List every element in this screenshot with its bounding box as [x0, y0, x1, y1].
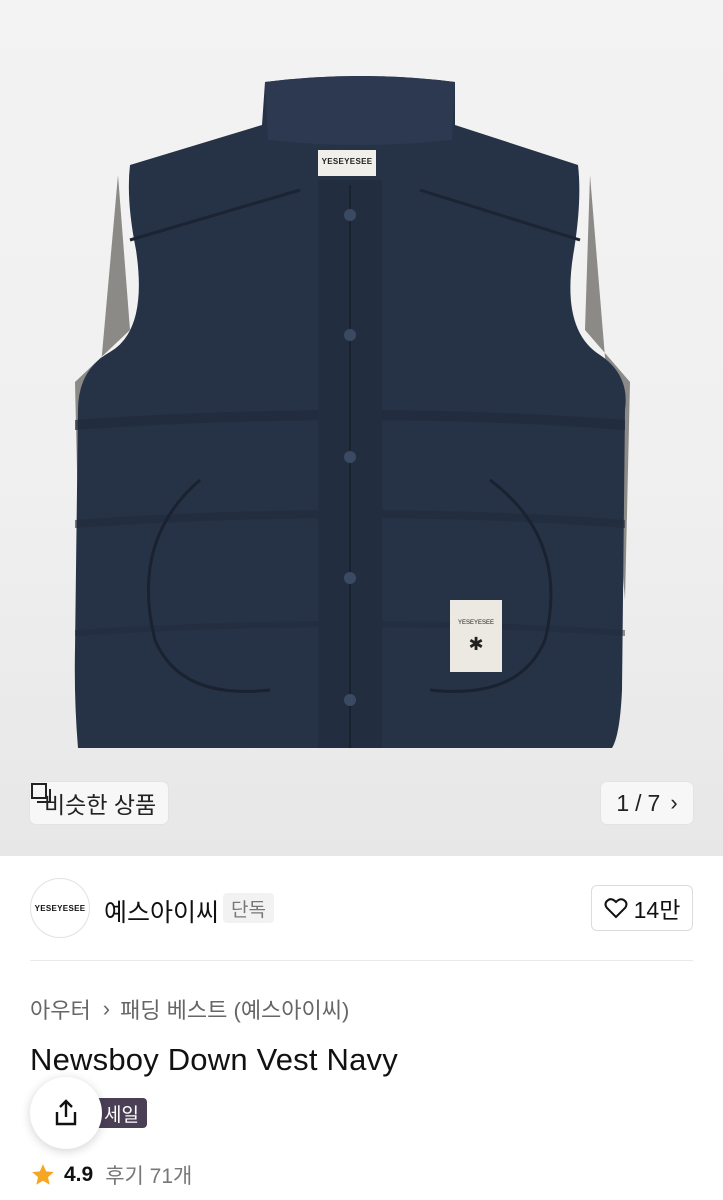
star-icon — [32, 1164, 54, 1185]
brand-logo[interactable]: YESEYESEE — [30, 878, 90, 938]
similar-products-icon — [31, 783, 51, 803]
pager-current: 1 — [616, 789, 630, 816]
product-title: Newsboy Down Vest Navy — [30, 1042, 398, 1077]
collar-label-text: YESEYESEE — [321, 157, 373, 166]
product-image-area[interactable]: YESEYESEE ✱ YESEYESEE 비슷한 상품 1 / 7 › — [0, 0, 723, 856]
brand-logo-text: YESEYESEE — [34, 903, 86, 913]
share-button[interactable] — [30, 1077, 102, 1149]
chevron-right-icon: › — [102, 996, 111, 1021]
breadcrumb-item-padding-vest[interactable]: 패딩 베스트 (예스아이씨) — [120, 993, 349, 1025]
pager-separator: / — [635, 789, 642, 816]
rating-row[interactable]: 4.9 후기 71개 — [30, 1160, 192, 1190]
similar-products-button[interactable]: 비슷한 상품 — [30, 782, 169, 824]
image-pager[interactable]: 1 / 7 › — [601, 782, 693, 824]
pager-total: 7 — [647, 789, 661, 816]
svg-text:✱: ✱ — [468, 634, 483, 655]
share-icon — [55, 1099, 77, 1126]
brand-name[interactable]: 예스아이씨 — [104, 893, 219, 929]
rating-score: 4.9 — [64, 1163, 94, 1186]
divider — [30, 960, 693, 961]
exclusive-badge: 단독 — [223, 893, 274, 923]
sale-badge-label: 세일 — [104, 1104, 139, 1126]
review-count: 후기 71개 — [105, 1165, 193, 1188]
breadcrumb: 아우터 › 패딩 베스트 (예스아이씨) — [30, 993, 349, 1025]
similar-products-label: 비슷한 상품 — [44, 792, 157, 818]
like-count: 14만 — [633, 897, 681, 923]
breadcrumb-item-outer[interactable]: 아우터 — [30, 993, 91, 1025]
heart-icon — [604, 898, 628, 919]
like-button[interactable]: 14만 — [591, 885, 693, 931]
svg-text:YESEYESEE: YESEYESEE — [458, 620, 494, 626]
product-photo: YESEYESEE ✱ — [74, 76, 630, 748]
chevron-right-icon: › — [670, 790, 678, 815]
